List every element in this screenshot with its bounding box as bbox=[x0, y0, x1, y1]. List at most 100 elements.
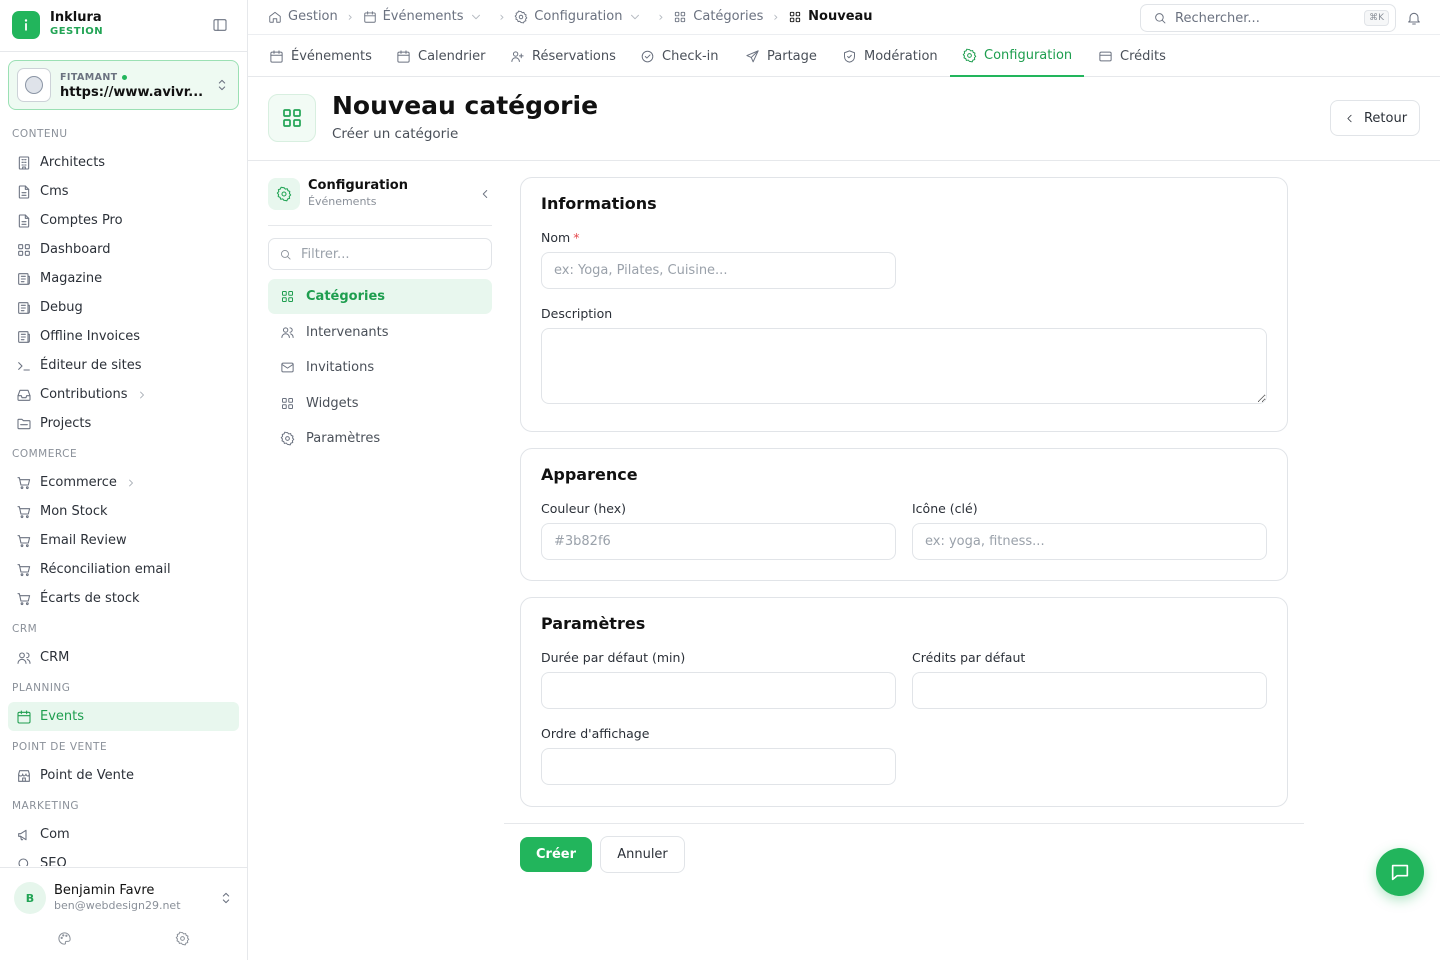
sidebar-item[interactable]: Projects bbox=[8, 409, 239, 438]
sidebar-item-label: Offline Invoices bbox=[40, 329, 141, 344]
tab[interactable]: Crédits bbox=[1086, 35, 1178, 77]
calendar-icon bbox=[396, 49, 411, 64]
icone-input[interactable] bbox=[912, 523, 1267, 560]
sidebar-item[interactable]: Écarts de stock bbox=[8, 584, 239, 613]
sidebar-item[interactable]: Mon Stock bbox=[8, 497, 239, 526]
nom-label: Nom * bbox=[541, 230, 580, 245]
sidebar-item[interactable]: Com bbox=[8, 820, 239, 849]
chat-icon bbox=[1389, 861, 1411, 883]
card-title: Informations bbox=[541, 194, 657, 213]
filter-input[interactable] bbox=[301, 246, 491, 262]
sidebar-item-label: Réconciliation email bbox=[40, 562, 171, 577]
sidebar-item[interactable]: Ecommerce bbox=[8, 468, 239, 497]
page-subtitle: Créer un catégorie bbox=[332, 126, 459, 142]
create-button[interactable]: Créer bbox=[520, 837, 592, 872]
calendar-icon bbox=[16, 709, 32, 725]
sidebar-item[interactable]: CRM bbox=[8, 643, 239, 672]
calendar-icon bbox=[363, 10, 377, 24]
ordre-label: Ordre d'affichage bbox=[541, 726, 650, 741]
sidebar-section-title: COMMERCE bbox=[12, 448, 78, 460]
subnav-item[interactable]: Intervenants bbox=[268, 315, 492, 350]
description-textarea[interactable] bbox=[541, 328, 1267, 404]
user-menu[interactable]: B Benjamin Favre ben@webdesign29.net bbox=[14, 882, 234, 914]
tab[interactable]: Modération bbox=[830, 35, 950, 77]
breadcrumb-separator: › bbox=[658, 9, 664, 24]
palette-icon[interactable] bbox=[57, 931, 72, 946]
search-input[interactable] bbox=[1175, 10, 1365, 26]
sidebar-item-label: Debug bbox=[40, 300, 83, 315]
breadcrumb-item[interactable]: Gestion bbox=[268, 9, 338, 24]
tab[interactable]: Calendrier bbox=[384, 35, 497, 77]
tab[interactable]: Événements bbox=[257, 35, 384, 77]
cancel-button[interactable]: Annuler bbox=[600, 836, 685, 873]
users-icon bbox=[280, 325, 295, 340]
tab[interactable]: Configuration bbox=[950, 35, 1085, 77]
tab[interactable]: Check-in bbox=[628, 35, 731, 77]
back-button[interactable]: Retour bbox=[1330, 100, 1420, 136]
subnav-item[interactable]: Catégories bbox=[268, 279, 492, 314]
sidebar-item[interactable]: Réconciliation email bbox=[8, 555, 239, 584]
breadcrumb: Gestion › Événements › Configuration › Catégor… bbox=[268, 9, 873, 24]
bell-icon[interactable] bbox=[1406, 10, 1422, 26]
gear-icon[interactable] bbox=[175, 931, 190, 946]
sidebar-item[interactable]: Cms bbox=[8, 177, 239, 206]
sidebar-item[interactable]: Magazine bbox=[8, 264, 239, 293]
duree-input[interactable] bbox=[541, 672, 896, 709]
sidebar-item[interactable]: Contributions bbox=[8, 380, 239, 409]
subnav-item[interactable]: Widgets bbox=[268, 386, 492, 421]
required-marker: * bbox=[573, 230, 580, 245]
breadcrumb-item[interactable]: Catégories bbox=[673, 9, 763, 24]
chevron-down-icon[interactable] bbox=[628, 10, 642, 24]
grid-icon bbox=[673, 10, 687, 24]
brand-name: Inklura bbox=[50, 10, 102, 25]
tab[interactable]: Partage bbox=[733, 35, 829, 77]
cart-icon bbox=[16, 591, 32, 607]
tenant-url: https://www.avivr... bbox=[60, 85, 204, 100]
subnav-divider bbox=[268, 225, 492, 226]
sidebar-item[interactable]: Dashboard bbox=[8, 235, 239, 264]
terminal-icon bbox=[16, 358, 32, 374]
sidebar-item[interactable]: Offline Invoices bbox=[8, 322, 239, 351]
sidebar-item[interactable]: SEO bbox=[8, 849, 239, 866]
cart-icon bbox=[16, 533, 32, 549]
brand-logo-icon bbox=[12, 11, 40, 39]
subnav-subtitle: Événements bbox=[308, 195, 377, 208]
breadcrumb-separator: › bbox=[499, 9, 505, 24]
search-box[interactable]: ⌘K bbox=[1140, 4, 1396, 32]
topbar: Gestion › Événements › Configuration › Catégor… bbox=[248, 0, 1440, 34]
sidebar-divider bbox=[0, 867, 247, 868]
sidebar-section-title: POINT DE VENTE bbox=[12, 741, 108, 753]
sidebar-item[interactable]: Debug bbox=[8, 293, 239, 322]
subnav-item[interactable]: Invitations bbox=[268, 350, 492, 385]
avatar: B bbox=[14, 882, 46, 914]
chevron-left-icon[interactable] bbox=[478, 187, 492, 201]
tab[interactable]: Réservations bbox=[498, 35, 628, 77]
couleur-input[interactable] bbox=[541, 523, 896, 560]
filter-box[interactable] bbox=[268, 238, 492, 270]
breadcrumb-item[interactable]: Événements bbox=[363, 9, 490, 24]
sidebar-item[interactable]: Éditeur de sites bbox=[8, 351, 239, 380]
sidebar-item[interactable]: Comptes Pro bbox=[8, 206, 239, 235]
brand[interactable]: Inklura GESTION bbox=[12, 11, 103, 39]
sidebar-toggle-icon[interactable] bbox=[212, 17, 228, 33]
sidebar-item-label: Magazine bbox=[40, 271, 103, 286]
chevron-down-icon[interactable] bbox=[469, 10, 483, 24]
sidebar-item[interactable]: Email Review bbox=[8, 526, 239, 555]
sidebar-nav: CONTENU Architects Cms Comptes Pro Dashboard… bbox=[0, 118, 247, 866]
newspaper-icon bbox=[16, 329, 32, 345]
subnav-item[interactable]: Paramètres bbox=[268, 421, 492, 456]
tenant-switcher[interactable]: FITAMANT https://www.avivr... bbox=[8, 60, 239, 110]
sidebar-item[interactable]: Architects bbox=[8, 148, 239, 177]
subnav-list: Catégories Intervenants Invitations Widgets… bbox=[268, 279, 492, 457]
breadcrumb-item[interactable]: Configuration bbox=[514, 9, 648, 24]
chat-button[interactable] bbox=[1376, 848, 1424, 896]
shortcut-badge: ⌘K bbox=[1364, 10, 1389, 26]
subnav-title: Configuration bbox=[308, 178, 408, 193]
sidebar-item[interactable]: Point de Vente bbox=[8, 761, 239, 790]
credits-input[interactable] bbox=[912, 672, 1267, 709]
ordre-input[interactable] bbox=[541, 748, 896, 785]
sidebar-item[interactable]: Events bbox=[8, 702, 239, 731]
nom-input[interactable] bbox=[541, 252, 896, 289]
megaphone-icon bbox=[16, 827, 32, 843]
card-icon bbox=[1098, 49, 1113, 64]
